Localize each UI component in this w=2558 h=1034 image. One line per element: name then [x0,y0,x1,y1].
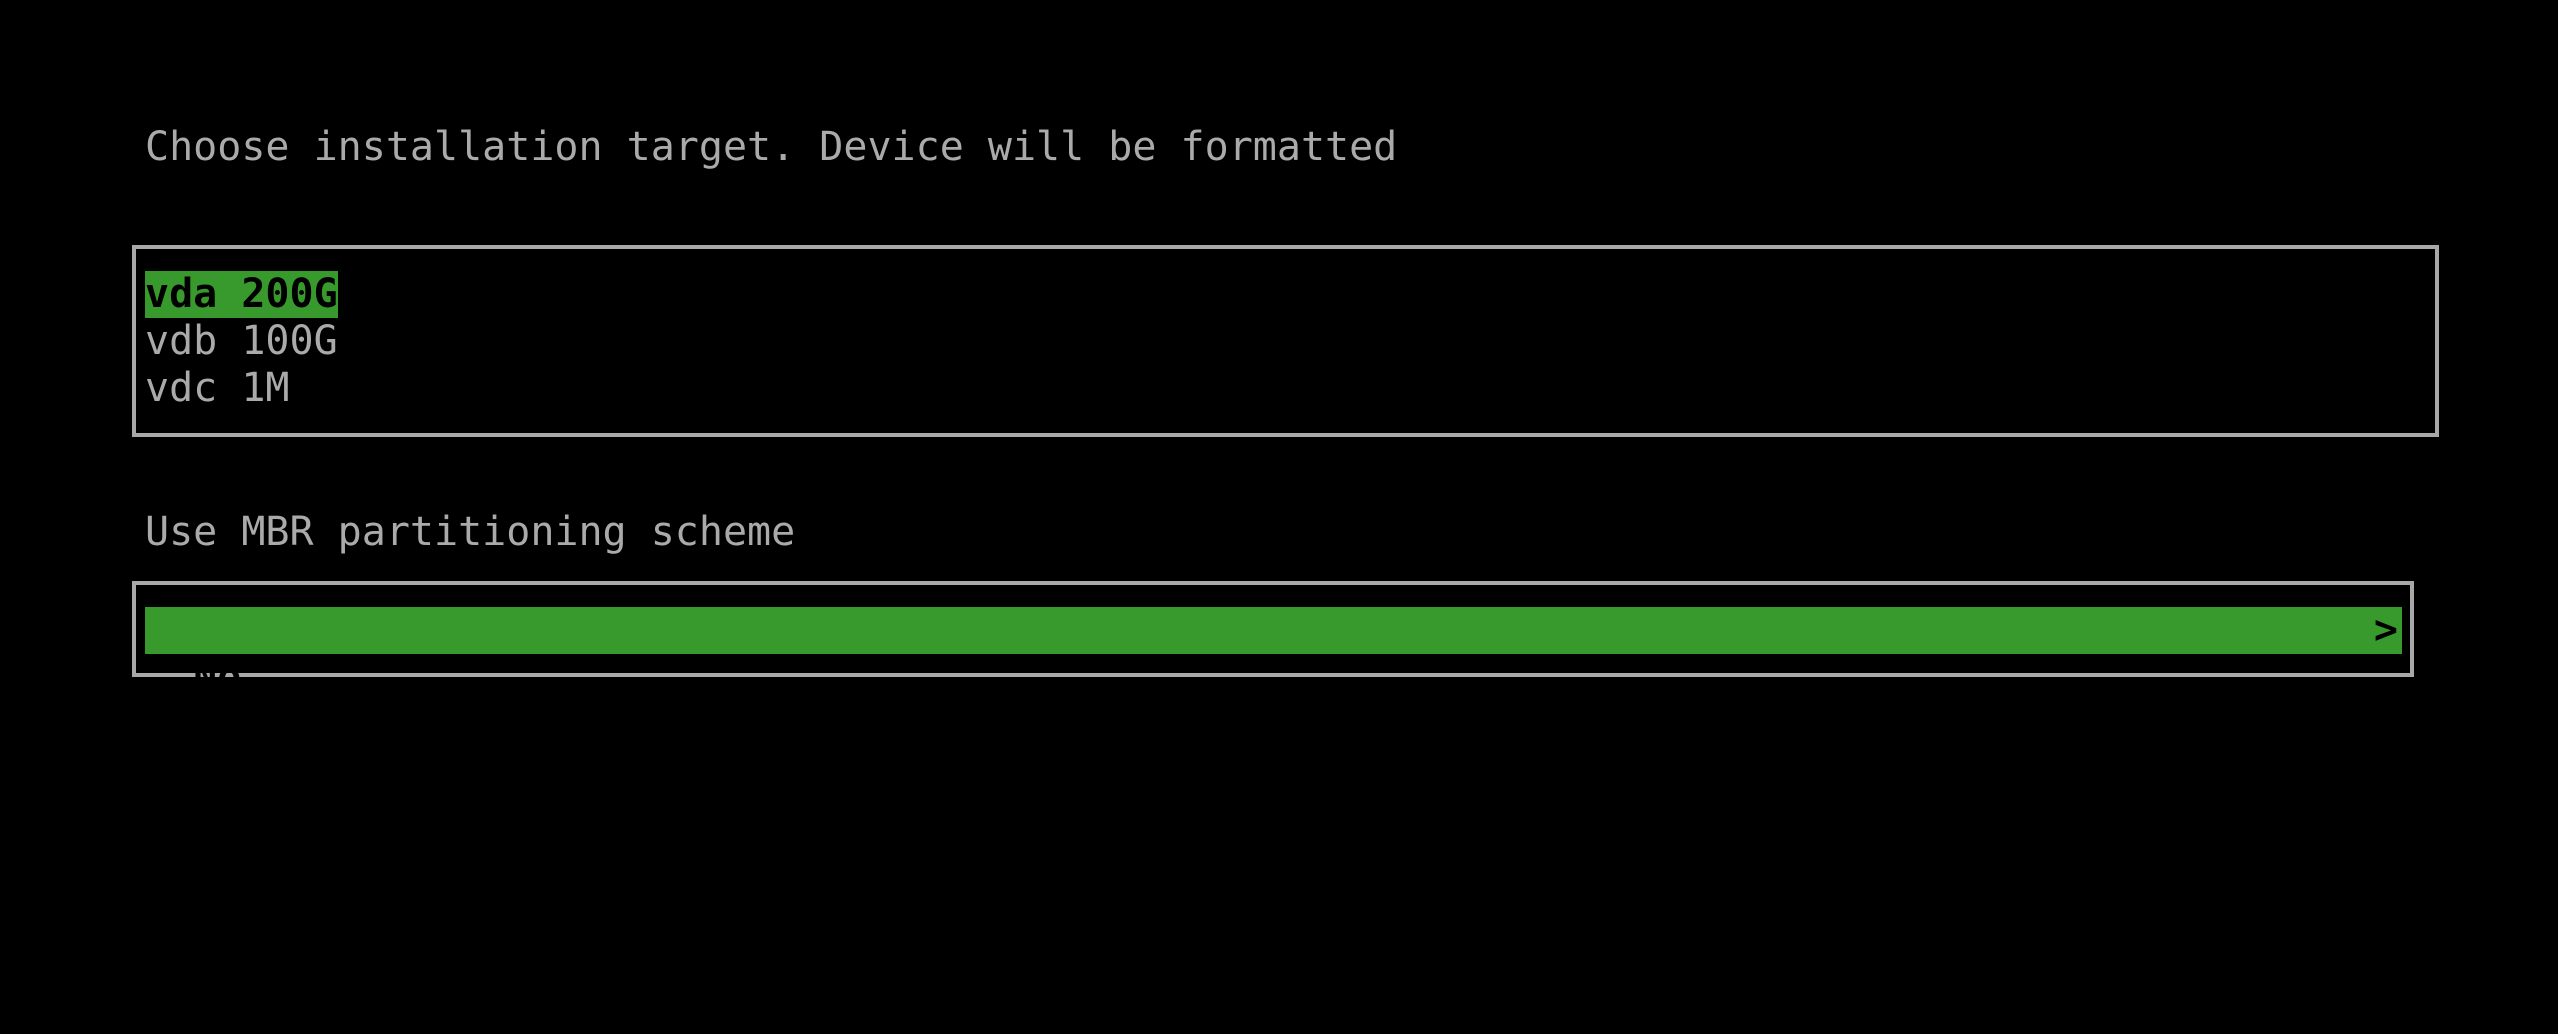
target-prompt: Choose installation target. Device will … [145,124,1398,170]
chevron-right-icon: > [2373,607,2398,653]
mbr-select[interactable]: No > [145,607,2402,700]
device-item-vdb[interactable]: vdb 100G [145,318,338,365]
device-item-vdc[interactable]: vdc 1M [145,365,290,412]
mbr-prompt: Use MBR partitioning scheme [145,509,796,555]
mbr-value: No [193,654,242,700]
device-item-vda[interactable]: vda 200G [145,271,338,318]
device-list [132,245,2439,437]
